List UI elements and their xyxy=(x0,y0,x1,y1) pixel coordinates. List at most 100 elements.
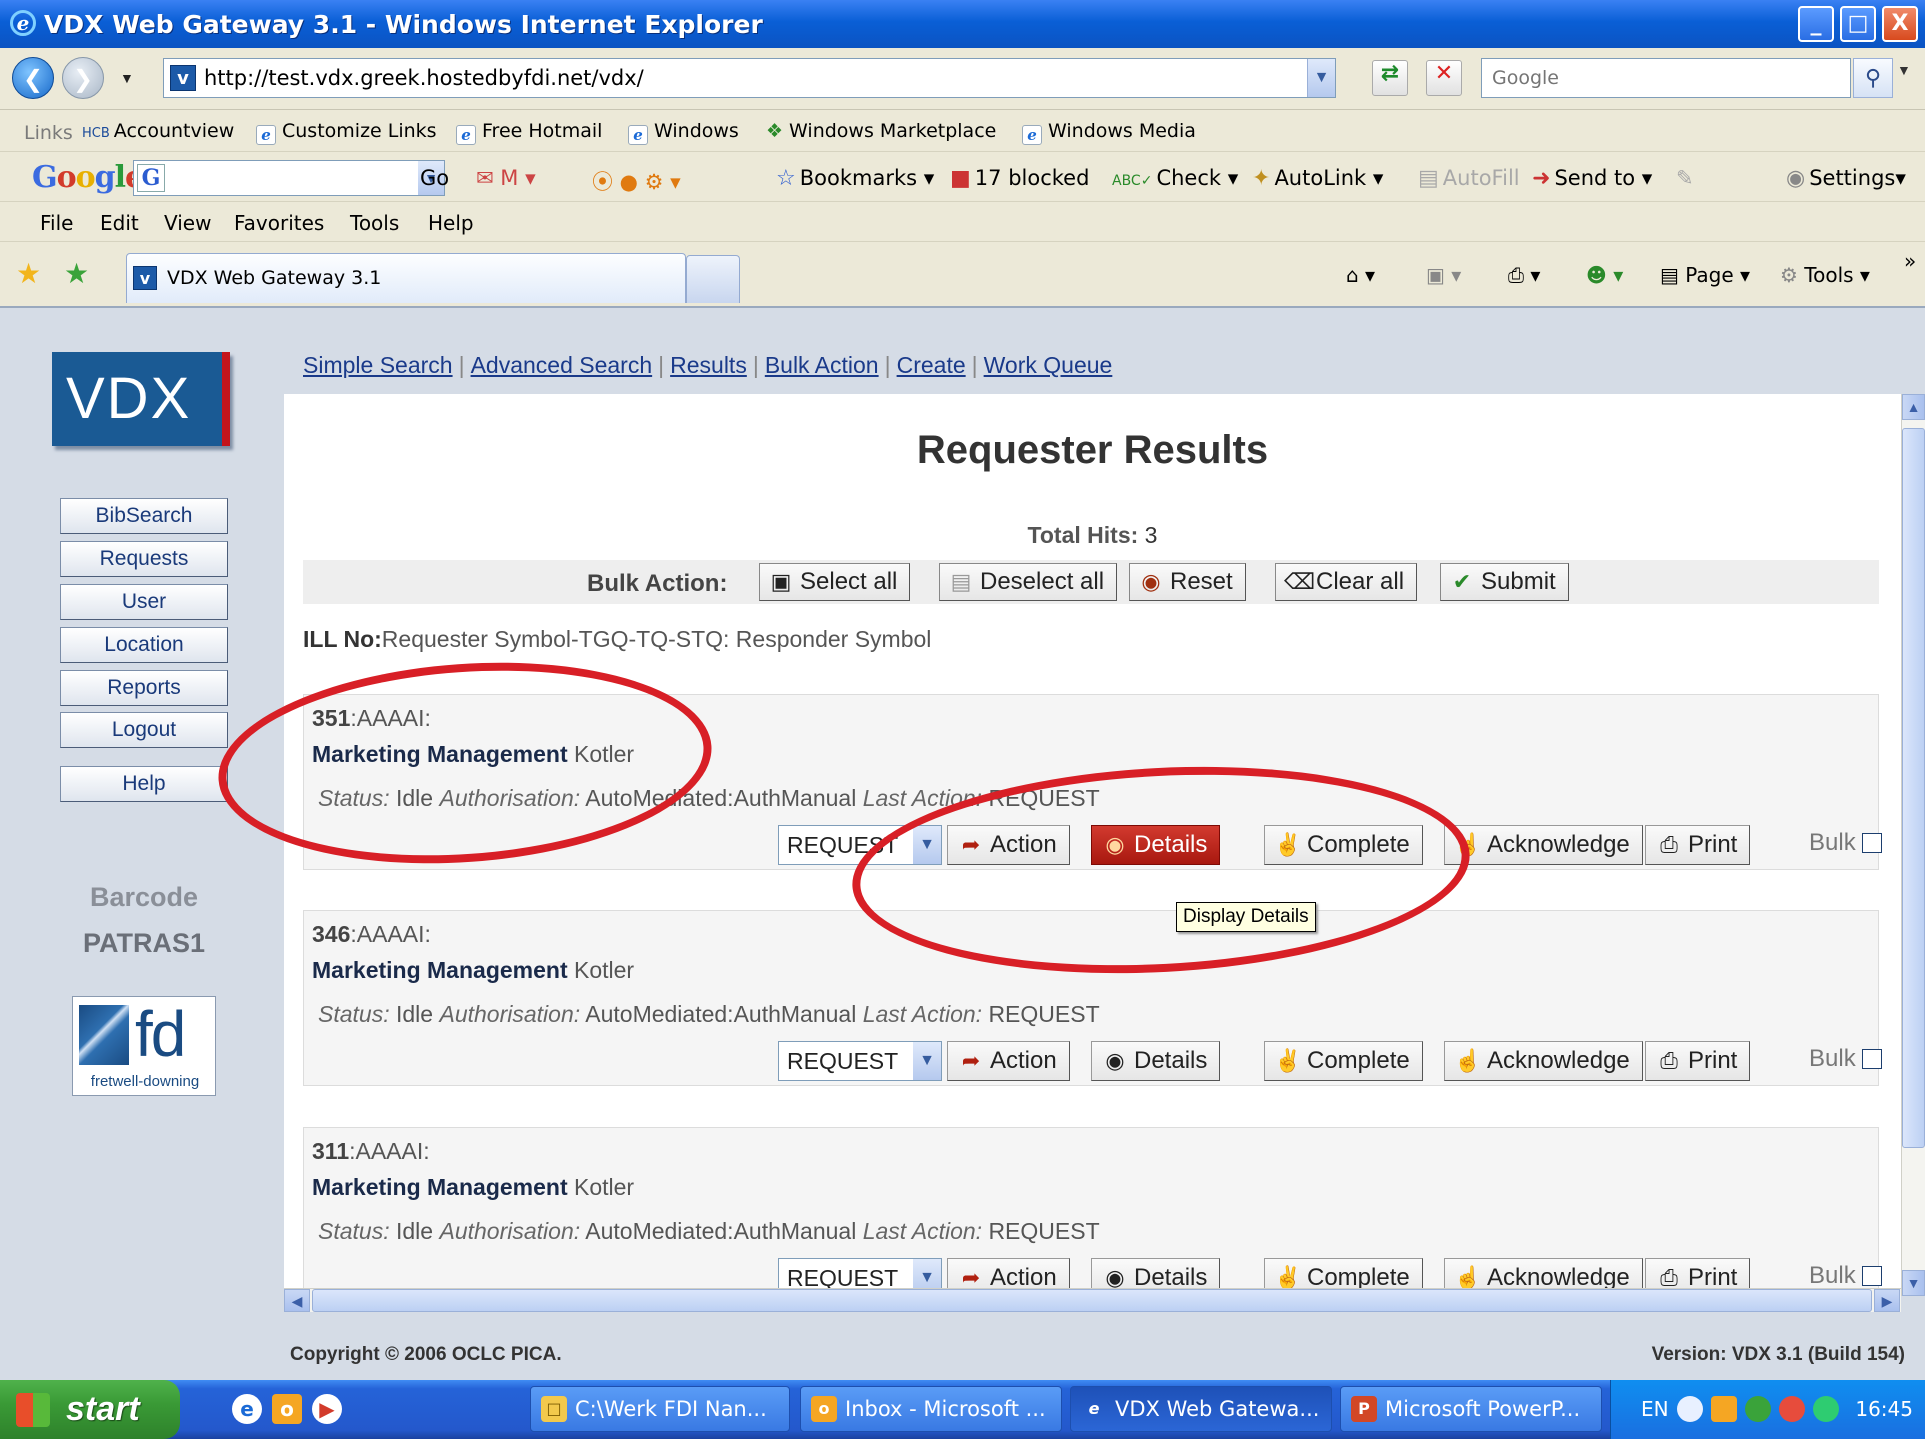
start-button[interactable]: start xyxy=(0,1380,180,1439)
spellcheck-button[interactable]: ABC✓ Check ▾ xyxy=(1112,166,1238,190)
forward-button[interactable]: ❯ xyxy=(62,57,104,99)
nav-create[interactable]: Create xyxy=(897,352,966,378)
address-field[interactable]: v http://test.vdx.greek.hostedbyfdi.net/… xyxy=(163,58,1336,98)
details-button[interactable]: ◉ Details xyxy=(1091,825,1221,865)
taskbar-vdx-web-gateway[interactable]: e VDX Web Gatewa... xyxy=(1070,1386,1332,1432)
vertical-scroll-thumb[interactable] xyxy=(1902,428,1925,1148)
bookmarks-button[interactable]: ☆ Bookmarks ▾ xyxy=(776,166,934,191)
link-windows-marketplace[interactable]: ❖ Windows Marketplace xyxy=(766,120,996,142)
messenger-icon[interactable]: ☻ ▾ xyxy=(1586,263,1623,287)
quicklaunch-ie-icon[interactable]: e xyxy=(232,1394,262,1424)
menu-favorites[interactable]: Favorites xyxy=(234,211,324,235)
search-icon[interactable]: ⚲ xyxy=(1853,58,1893,98)
scroll-down-arrow-icon[interactable]: ▼ xyxy=(1902,1270,1925,1296)
chevron-down-icon[interactable]: ▼ xyxy=(913,1042,941,1080)
nav-work-queue[interactable]: Work Queue xyxy=(984,352,1113,378)
quicklaunch-media-icon[interactable]: ▶ xyxy=(312,1394,342,1424)
minimize-button[interactable]: _ xyxy=(1798,6,1834,42)
menu-tools[interactable]: Tools xyxy=(350,211,399,235)
vertical-scrollbar[interactable]: ▲ ▼ xyxy=(1901,394,1925,1296)
complete-button[interactable]: ✌ Complete xyxy=(1264,1041,1423,1081)
search-options-dropdown[interactable]: ▼ xyxy=(1897,62,1911,78)
details-button[interactable]: ◉ Details xyxy=(1091,1258,1221,1288)
submit-button[interactable]: ✔ Submit xyxy=(1440,563,1569,601)
nav-advanced-search[interactable]: Advanced Search xyxy=(471,352,653,378)
settings-button[interactable]: ◉ Settings▾ xyxy=(1786,166,1906,191)
nav-simple-search[interactable]: Simple Search xyxy=(303,352,453,378)
close-button[interactable]: X xyxy=(1882,6,1918,42)
tab-vdx-web-gateway[interactable]: v VDX Web Gateway 3.1 xyxy=(126,253,686,303)
select-all-button[interactable]: ▣ Select all xyxy=(759,563,911,601)
link-windows[interactable]: e Windows xyxy=(628,120,739,145)
quicklaunch-outlook-icon[interactable]: o xyxy=(272,1394,302,1424)
print-button[interactable]: ⎙ Print xyxy=(1645,1041,1751,1081)
menu-view[interactable]: View xyxy=(164,211,211,235)
print-button[interactable]: ⎙ Print xyxy=(1645,825,1751,865)
sidebar-requests-button[interactable]: Requests xyxy=(60,541,228,577)
menu-edit[interactable]: Edit xyxy=(100,211,139,235)
tray-chevron-icon[interactable] xyxy=(1677,1396,1703,1422)
language-indicator[interactable]: EN xyxy=(1641,1397,1669,1421)
maximize-button[interactable]: □ xyxy=(1840,6,1876,42)
acknowledge-button[interactable]: ☝ Acknowledge xyxy=(1444,1258,1643,1288)
link-windows-media[interactable]: e Windows Media xyxy=(1022,120,1196,145)
tray-network-icon[interactable] xyxy=(1813,1396,1839,1422)
complete-button[interactable]: ✌ Complete xyxy=(1264,1258,1423,1288)
scroll-up-arrow-icon[interactable]: ▲ xyxy=(1902,394,1925,420)
menu-help[interactable]: Help xyxy=(428,211,474,235)
details-button[interactable]: ◉ Details xyxy=(1091,1041,1221,1081)
sidebar-help-button[interactable]: Help xyxy=(60,766,228,802)
live-search-box[interactable] xyxy=(1481,58,1851,98)
send-to-button[interactable]: ➜ Send to ▾ xyxy=(1532,166,1652,191)
nav-results[interactable]: Results xyxy=(670,352,747,378)
scroll-left-arrow-icon[interactable]: ◀ xyxy=(284,1289,310,1312)
acknowledge-button[interactable]: ☝ Acknowledge xyxy=(1444,1041,1643,1081)
autolink-button[interactable]: ✦ AutoLink ▾ xyxy=(1252,166,1383,191)
link-free-hotmail[interactable]: e Free Hotmail xyxy=(456,120,602,145)
page-menu[interactable]: ▤ Page ▾ xyxy=(1660,263,1750,287)
sidebar-logout-button[interactable]: Logout xyxy=(60,712,228,748)
action-button[interactable]: ➦ Action xyxy=(947,825,1070,865)
toolbar-tools-icons[interactable]: ⦿ ● ⚙ ▾ xyxy=(592,166,681,196)
tray-outlook-icon[interactable] xyxy=(1711,1396,1737,1422)
acknowledge-button[interactable]: ☝ Acknowledge xyxy=(1444,825,1643,865)
tools-menu[interactable]: ⚙ Tools ▾ xyxy=(1780,263,1870,287)
bulk-checkbox[interactable] xyxy=(1861,833,1882,853)
horizontal-scrollbar[interactable]: ◀ ▶ xyxy=(284,1288,1901,1312)
new-tab-button[interactable] xyxy=(686,255,740,303)
action-select[interactable]: REQUEST ▼ xyxy=(778,1258,942,1288)
chevron-down-icon[interactable]: ▼ xyxy=(913,1259,941,1288)
action-button[interactable]: ➦ Action xyxy=(947,1041,1070,1081)
add-favorite-icon[interactable]: ★ xyxy=(64,257,89,290)
google-go-button[interactable]: Go xyxy=(420,166,449,190)
search-input[interactable] xyxy=(1484,61,1784,95)
gmail-icon[interactable]: ✉ M ▾ xyxy=(476,166,536,190)
chevron-more-icon[interactable]: » xyxy=(1904,249,1916,273)
taskbar-explorer-folder[interactable]: □ C:\Werk FDI Nan... xyxy=(530,1386,790,1432)
recent-pages-dropdown[interactable]: ▼ xyxy=(120,70,134,86)
action-button[interactable]: ➦ Action xyxy=(947,1258,1070,1288)
pencil-icon[interactable]: ✎ xyxy=(1676,166,1694,190)
tray-security-icon[interactable] xyxy=(1745,1396,1771,1422)
home-icon[interactable]: ⌂ ▾ xyxy=(1346,263,1375,287)
horizontal-scroll-thumb[interactable] xyxy=(312,1289,1872,1312)
google-search-field[interactable]: G ▼ xyxy=(133,160,445,196)
menu-file[interactable]: File xyxy=(40,211,73,235)
taskbar-powerpoint[interactable]: P Microsoft PowerP... xyxy=(1340,1386,1602,1432)
sidebar-user-button[interactable]: User xyxy=(60,584,228,620)
action-select[interactable]: REQUEST ▼ xyxy=(778,825,942,865)
link-customize-links[interactable]: e Customize Links xyxy=(256,120,437,145)
taskbar-outlook-inbox[interactable]: o Inbox - Microsoft ... xyxy=(800,1386,1062,1432)
favorites-center-star-icon[interactable]: ★ xyxy=(16,257,41,290)
autofill-button[interactable]: ▤ AutoFill xyxy=(1418,166,1520,191)
popup-blocker-button[interactable]: ■ 17 blocked xyxy=(950,166,1089,191)
link-accountview[interactable]: HCB Accountview xyxy=(82,120,234,142)
print-icon[interactable]: ⎙ ▾ xyxy=(1508,263,1540,287)
nav-bulk-action[interactable]: Bulk Action xyxy=(765,352,879,378)
back-button[interactable]: ❮ xyxy=(12,57,54,99)
print-button[interactable]: ⎙ Print xyxy=(1645,1258,1751,1288)
feeds-icon[interactable]: ▣ ▾ xyxy=(1426,263,1461,287)
reset-button[interactable]: ◉ Reset xyxy=(1129,563,1246,601)
address-dropdown-button[interactable]: ▼ xyxy=(1307,59,1335,97)
sidebar-bibsearch-button[interactable]: BibSearch xyxy=(60,498,228,534)
